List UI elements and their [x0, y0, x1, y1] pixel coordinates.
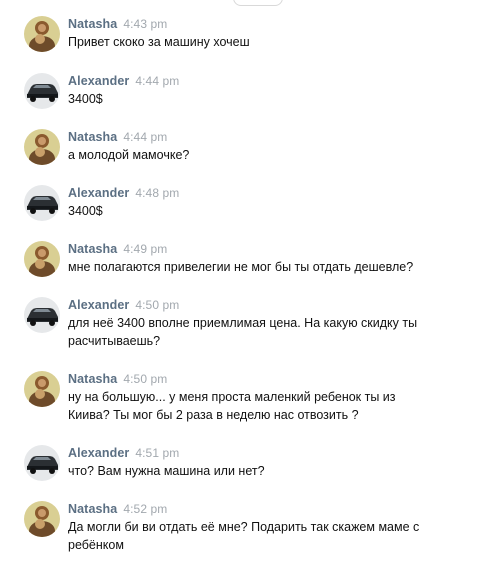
author-name[interactable]: Alexander	[68, 186, 129, 200]
message-text: ну на большую... у меня проста маленкий …	[68, 390, 396, 422]
message-author[interactable]: Natasha 4:44 pm	[68, 130, 167, 144]
author-name[interactable]: Alexander	[68, 74, 129, 88]
message-author[interactable]: Natasha 4:52 pm	[68, 502, 167, 516]
natasha-avatar-icon[interactable]	[24, 501, 60, 537]
message-text: а молодой мамочке?	[68, 148, 190, 162]
natasha-avatar-icon[interactable]	[24, 371, 60, 407]
car-avatar-icon[interactable]	[24, 297, 60, 333]
message-author[interactable]: Natasha 4:43 pm	[68, 17, 167, 31]
message-time: 4:44 pm	[123, 130, 168, 144]
natasha-avatar-icon[interactable]	[24, 129, 60, 165]
car-avatar-icon[interactable]	[24, 73, 60, 109]
message-author[interactable]: Alexander 4:51 pm	[68, 446, 179, 460]
message-text: Привет скоко за машину хочеш	[68, 35, 250, 49]
author-name[interactable]: Natasha	[68, 372, 117, 386]
message-author[interactable]: Natasha 4:50 pm	[68, 372, 167, 386]
car-avatar-icon[interactable]	[24, 445, 60, 481]
message-time: 4:50 pm	[135, 298, 180, 312]
message-text: для неё 3400 вполне приемлимая цена. На …	[68, 316, 418, 348]
message-time: 4:51 pm	[135, 446, 180, 460]
author-name[interactable]: Natasha	[68, 502, 117, 516]
scroll-chevron-button[interactable]	[233, 0, 283, 6]
message-time: 4:50 pm	[123, 372, 168, 386]
natasha-avatar-icon[interactable]	[24, 16, 60, 52]
author-name[interactable]: Natasha	[68, 17, 117, 31]
message-text: 3400$	[68, 204, 103, 218]
message-text: что? Вам нужна машина или нет?	[68, 464, 265, 478]
message-text: 3400$	[68, 92, 103, 106]
author-name[interactable]: Natasha	[68, 130, 117, 144]
message-time: 4:52 pm	[123, 502, 168, 516]
message-time: 4:48 pm	[135, 186, 180, 200]
author-name[interactable]: Alexander	[68, 446, 129, 460]
message-text: Да могли би ви отдать её мне? Подарить т…	[68, 520, 420, 552]
message-time: 4:43 pm	[123, 17, 168, 31]
message-text: мне полагаются привелегии не мог бы ты о…	[68, 260, 414, 274]
message-author[interactable]: Alexander 4:44 pm	[68, 74, 179, 88]
message-author[interactable]: Alexander 4:50 pm	[68, 298, 179, 312]
author-name[interactable]: Alexander	[68, 298, 129, 312]
message-author[interactable]: Natasha 4:49 pm	[68, 242, 167, 256]
author-name[interactable]: Natasha	[68, 242, 117, 256]
car-avatar-icon[interactable]	[24, 185, 60, 221]
message-time: 4:49 pm	[123, 242, 168, 256]
message-author[interactable]: Alexander 4:48 pm	[68, 186, 179, 200]
message-time: 4:44 pm	[135, 74, 180, 88]
natasha-avatar-icon[interactable]	[24, 241, 60, 277]
